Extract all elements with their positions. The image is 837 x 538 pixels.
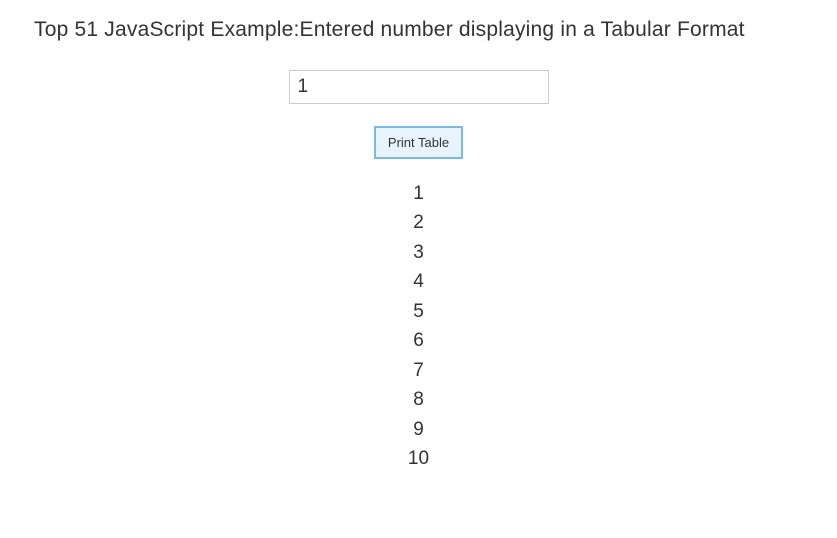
- result-item: 3: [413, 238, 424, 267]
- result-item: 6: [413, 326, 424, 355]
- result-item: 1: [413, 179, 424, 208]
- result-item: 9: [413, 415, 424, 444]
- result-item: 2: [413, 208, 424, 237]
- result-item: 4: [413, 267, 424, 296]
- result-item: 5: [413, 297, 424, 326]
- result-list: 1 2 3 4 5 6 7 8 9 10: [408, 179, 429, 473]
- result-item: 10: [408, 444, 429, 473]
- main-content: Print Table 1 2 3 4 5 6 7 8 9 10: [0, 70, 837, 473]
- result-item: 7: [413, 356, 424, 385]
- result-item: 8: [413, 385, 424, 414]
- number-input[interactable]: [289, 70, 549, 104]
- page-title: Top 51 JavaScript Example:Entered number…: [34, 18, 837, 42]
- print-table-button[interactable]: Print Table: [374, 126, 463, 159]
